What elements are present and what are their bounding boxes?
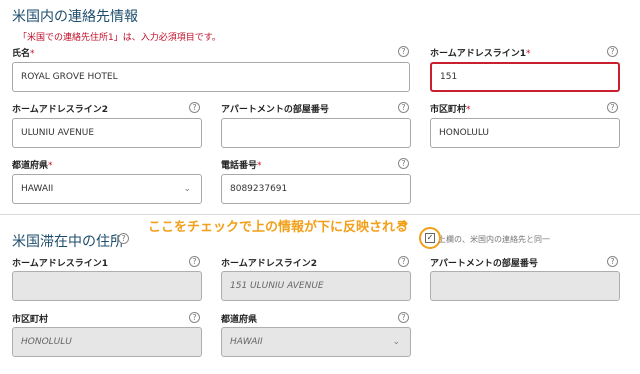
state-select[interactable]: HAWAII ⌄ — [12, 174, 202, 204]
stay-home-address2-label: ホームアドレスライン2 — [221, 259, 317, 269]
stay-city-label: 市区町村 — [12, 315, 49, 325]
section-divider — [0, 214, 640, 215]
help-icon[interactable]: ? — [398, 102, 409, 113]
state-select-value: HAWAII — [21, 184, 54, 194]
stay-state-select-value: HAWAII — [230, 337, 263, 347]
help-icon[interactable]: ? — [189, 256, 200, 267]
phone-label: 電話番号* — [221, 161, 262, 171]
stay-home-address1-input[interactable] — [12, 271, 202, 301]
apartment-label: アパートメントの部屋番号 — [221, 105, 329, 115]
state-label: 都道府県* — [12, 161, 53, 171]
same-as-above-checkbox[interactable]: ✓ — [425, 233, 435, 243]
required-mark: * — [526, 49, 531, 59]
help-icon[interactable]: ? — [398, 256, 409, 267]
stay-city-input[interactable]: HONOLULU — [12, 327, 202, 357]
help-icon[interactable]: ? — [189, 102, 200, 113]
name-input[interactable]: ROYAL GROVE HOTEL — [12, 62, 410, 92]
stay-home-address2-input[interactable]: 151 ULUNIU AVENUE — [221, 271, 411, 301]
help-icon[interactable]: ? — [118, 233, 129, 244]
stay-home-address1-label: ホームアドレスライン1 — [12, 259, 108, 269]
stay-apartment-input[interactable] — [430, 271, 620, 301]
help-icon[interactable]: ? — [607, 102, 618, 113]
stay-state-label: 都道府県 — [221, 315, 258, 325]
section-title-stay-address: 米国滞在中の住所 — [12, 234, 124, 250]
home-address1-input[interactable]: 151 — [430, 62, 620, 92]
help-icon[interactable]: ? — [189, 312, 200, 323]
help-icon[interactable]: ? — [607, 256, 618, 267]
city-label: 市区町村* — [430, 105, 471, 115]
help-icon[interactable]: ? — [398, 158, 409, 169]
stay-state-select[interactable]: HAWAII ⌄ — [221, 327, 411, 357]
annotation-text: ここをチェックで上の情報が下に反映される — [148, 220, 409, 235]
apartment-input[interactable] — [221, 118, 411, 148]
help-icon[interactable]: ? — [398, 312, 409, 323]
help-icon[interactable]: ? — [398, 46, 409, 57]
required-mark: * — [466, 105, 471, 115]
chevron-down-icon: ⌄ — [392, 337, 400, 347]
city-input[interactable]: HONOLULU — [430, 118, 620, 148]
home-address1-label: ホームアドレスライン1* — [430, 49, 531, 59]
name-label: 氏名* — [12, 49, 35, 59]
required-mark: * — [48, 161, 53, 171]
annotation-arrow-icon: ➜ — [397, 216, 409, 232]
required-mark: * — [30, 49, 35, 59]
required-mark: * — [257, 161, 262, 171]
home-address2-input[interactable]: ULUNIU AVENUE — [12, 118, 202, 148]
section-title-us-contact: 米国内の連絡先情報 — [12, 9, 138, 25]
required-note: 「米国での連絡先住所1」は、入力必須項目です。 — [18, 33, 221, 43]
help-icon[interactable]: ? — [607, 46, 618, 57]
home-address2-label: ホームアドレスライン2 — [12, 105, 108, 115]
chevron-down-icon: ⌄ — [183, 184, 191, 194]
stay-apartment-label: アパートメントの部屋番号 — [430, 259, 538, 269]
same-as-above-label: 上欄の、米国内の連絡先と同一 — [438, 235, 550, 244]
phone-input[interactable]: 8089237691 — [221, 174, 411, 204]
